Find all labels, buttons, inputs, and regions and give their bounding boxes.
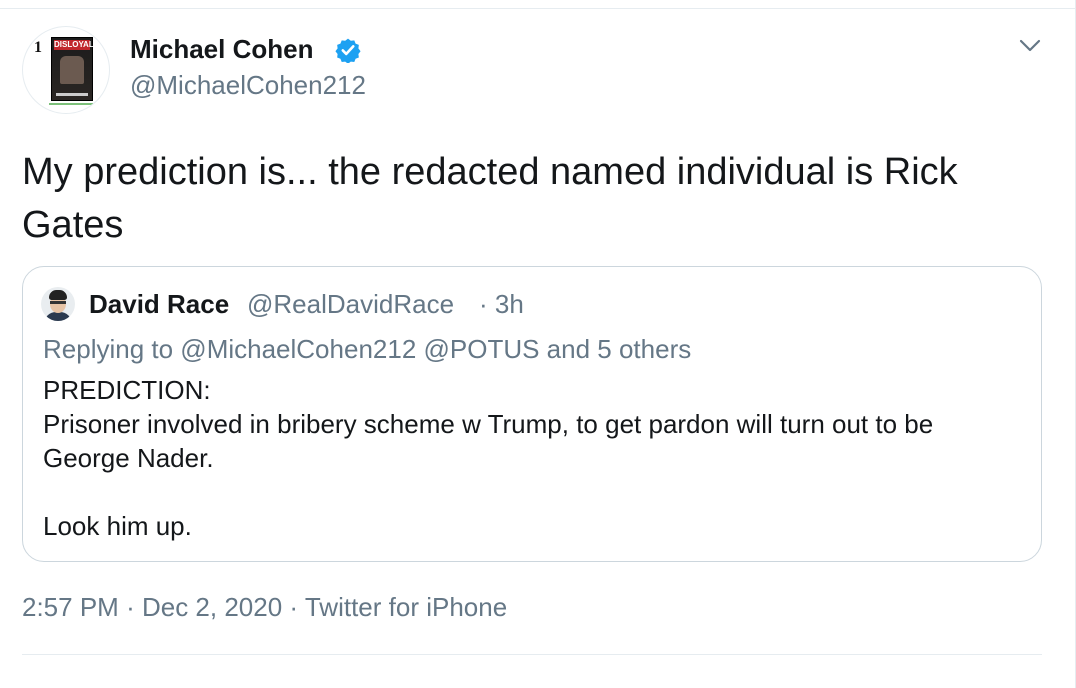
quoted-tweet-text: PREDICTION: Prisoner involved in bribery… xyxy=(43,375,934,541)
avatar-hair xyxy=(49,290,67,300)
quoted-author-avatar xyxy=(41,287,75,321)
tweet-meta: 2:57 PM · Dec 2, 2020 · Twitter for iPho… xyxy=(22,592,507,623)
quoted-author-handle: @RealDavidRace xyxy=(247,289,455,319)
quoted-tweet-age: · 3h xyxy=(479,289,524,319)
chevron-down-icon[interactable] xyxy=(1018,38,1042,54)
avatar-caption-line xyxy=(49,103,93,105)
book-cover: DISLOYAL xyxy=(51,37,94,101)
avatar-shirt xyxy=(44,312,72,321)
tweet-source[interactable]: Twitter for iPhone xyxy=(305,592,507,622)
avatar-rank: 1 xyxy=(34,39,42,56)
tweet-time[interactable]: 2:57 PM xyxy=(22,592,119,622)
quoted-tweet-card[interactable]: David Race @RealDavidRace · 3h Replying … xyxy=(22,266,1042,562)
book-title: DISLOYAL xyxy=(54,40,94,50)
book-author-line xyxy=(56,93,88,96)
meta-separator: · xyxy=(126,592,135,622)
bottom-divider xyxy=(22,654,1042,655)
book-photo xyxy=(60,56,84,84)
author-avatar[interactable]: 1 DISLOYAL xyxy=(22,26,110,114)
meta-separator: · xyxy=(289,592,299,622)
verified-badge-icon xyxy=(335,38,361,63)
author-handle[interactable]: @MichaelCohen212 xyxy=(130,70,366,101)
author-name[interactable]: Michael Cohen xyxy=(130,34,313,65)
tweet-date[interactable]: Dec 2, 2020 xyxy=(142,592,282,622)
replying-to-line: Replying to @MichaelCohen212 @POTUS and … xyxy=(43,334,692,364)
tweet-text: My prediction is... the redacted named i… xyxy=(22,151,958,246)
avatar-glasses xyxy=(50,301,66,304)
quoted-author-name: David Race xyxy=(89,289,230,319)
top-divider xyxy=(0,0,1076,9)
